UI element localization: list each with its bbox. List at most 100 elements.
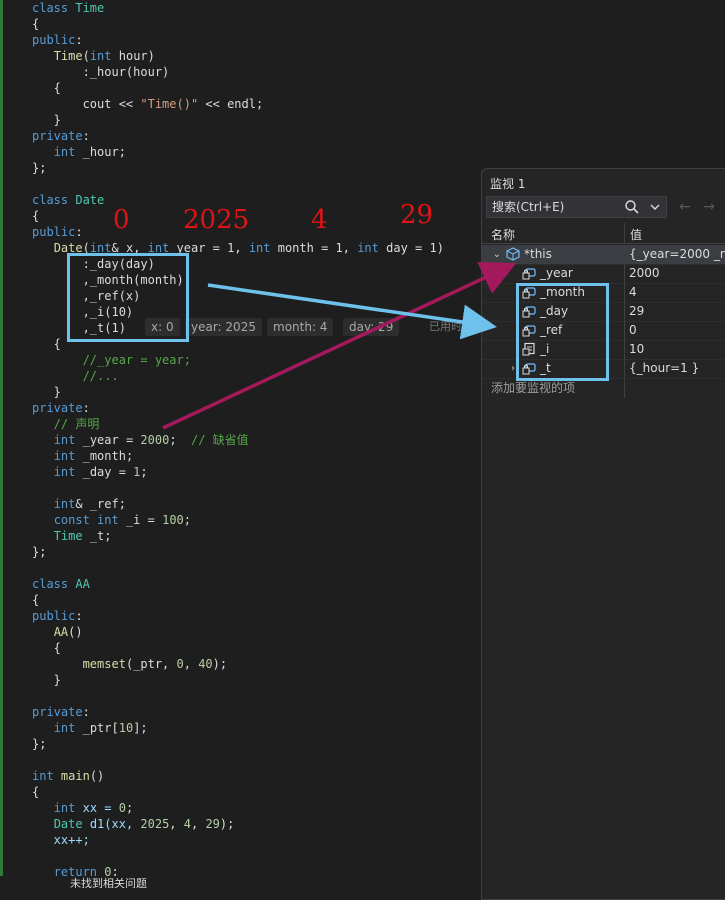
code-token: main: [60, 769, 90, 783]
watch-row-this[interactable]: ⌄ *this {_year=2000 _month: [482, 245, 725, 265]
code-token: :: [75, 225, 83, 239]
watch-row-value[interactable]: {_hour=1 }: [629, 359, 699, 378]
code-token: ;: [140, 465, 148, 479]
add-watch-item[interactable]: 添加要监视的项: [491, 379, 575, 396]
chevron-down-icon[interactable]: [648, 200, 662, 214]
object-icon: [506, 247, 520, 261]
code-line: int _day = 1;: [32, 464, 148, 480]
code-token: }: [32, 673, 61, 687]
code-token: 40: [198, 657, 213, 671]
code-token: _ptr[: [75, 721, 119, 735]
code-token: {: [32, 337, 61, 351]
annotation-2025: 2025: [183, 205, 250, 235]
code-token: public: [32, 33, 76, 47]
code-line: int _ptr[10];: [32, 720, 148, 736]
code-line: int main(): [32, 768, 104, 784]
forward-arrow-icon[interactable]: →: [700, 198, 718, 216]
code-token: int: [53, 801, 76, 815]
code-token: 4: [183, 817, 191, 831]
code-line: {: [32, 16, 39, 32]
column-value-header[interactable]: 值: [630, 226, 642, 243]
code-token: _i =: [118, 513, 163, 527]
code-line: int _month;: [32, 448, 133, 464]
code-line: int _hour;: [32, 144, 126, 160]
change-gutter: [0, 0, 3, 876]
code-line: class Time: [32, 0, 104, 16]
code-token: AA: [53, 625, 69, 639]
code-token: {: [32, 209, 40, 223]
code-token: ];: [133, 721, 148, 735]
chevron-down-icon[interactable]: ⌄: [491, 245, 503, 264]
code-token: "Time()": [140, 97, 199, 111]
watch-row-value[interactable]: 29: [629, 302, 644, 321]
code-line: {: [32, 592, 39, 608]
column-separator: [624, 340, 625, 359]
code-token: 2000: [140, 433, 170, 447]
initializer-list-highlight: [67, 253, 189, 342]
watch-row-year[interactable]: _year 2000: [482, 264, 725, 284]
watch-row-value[interactable]: 2000: [629, 264, 660, 283]
watch-search-input[interactable]: 搜索(Ctrl+E): [486, 196, 667, 218]
code-token: xx++;: [32, 833, 90, 847]
code-token: :: [82, 705, 90, 719]
search-icon[interactable]: [624, 199, 640, 215]
back-arrow-icon[interactable]: ←: [676, 198, 694, 216]
code-token: {: [32, 593, 40, 607]
code-token: 10: [118, 721, 134, 735]
code-token: {: [32, 785, 40, 799]
code-line: {: [32, 80, 61, 96]
code-token: int: [53, 449, 76, 463]
code-token: //_year = year;: [32, 353, 191, 367]
code-line: class Date: [32, 192, 104, 208]
column-separator[interactable]: [624, 223, 625, 243]
code-token: memset: [82, 657, 126, 671]
code-line: }: [32, 672, 61, 688]
code-line: int _year = 2000; // 缺省值: [32, 432, 249, 448]
code-line: };: [32, 544, 46, 560]
code-token: ,: [190, 817, 206, 831]
code-token: ;: [125, 801, 134, 815]
watch-row-value[interactable]: {_year=2000 _month: [629, 245, 725, 264]
code-line: AA(): [32, 624, 83, 640]
watch-row-value[interactable]: 10: [629, 340, 644, 359]
code-line: {: [32, 640, 61, 656]
code-token: month = 1,: [270, 241, 358, 255]
watch-title: 监视 1: [490, 177, 526, 191]
code-token: public: [32, 609, 76, 623]
column-separator: [624, 302, 625, 321]
code-token: {: [32, 81, 61, 95]
code-token: {: [32, 641, 61, 655]
annotation-0: 0: [113, 205, 130, 235]
code-token: _year =: [75, 433, 141, 447]
code-token: int: [53, 145, 76, 159]
hint-month: month: 4: [267, 318, 334, 336]
code-line: public:: [32, 608, 83, 624]
column-name-header[interactable]: 名称: [491, 226, 515, 243]
code-token: class: [32, 193, 76, 207]
column-separator: [624, 283, 625, 302]
code-token: //...: [32, 369, 119, 383]
code-line: public:: [32, 224, 83, 240]
code-token: :_hour(hour): [32, 65, 170, 79]
code-token: ;: [183, 513, 192, 527]
code-line: };: [32, 160, 46, 176]
code-line: };: [32, 736, 46, 752]
watch-window[interactable]: 监视 1 搜索(Ctrl+E) ← → 名称 值 ⌄ *this {_year=20…: [481, 168, 725, 900]
watch-row-value[interactable]: 0: [629, 321, 637, 340]
code-token: :: [82, 129, 90, 143]
code-line: public:: [32, 32, 83, 48]
code-line: :_hour(hour): [32, 64, 170, 80]
code-token: ,: [169, 817, 184, 831]
watch-row-value[interactable]: 4: [629, 283, 637, 302]
code-line: xx++;: [32, 832, 90, 848]
code-token: int: [53, 721, 76, 735]
code-token: 0: [176, 657, 184, 671]
code-token: AA: [75, 577, 90, 591]
code-line: private:: [32, 400, 90, 416]
code-token: }: [32, 113, 61, 127]
